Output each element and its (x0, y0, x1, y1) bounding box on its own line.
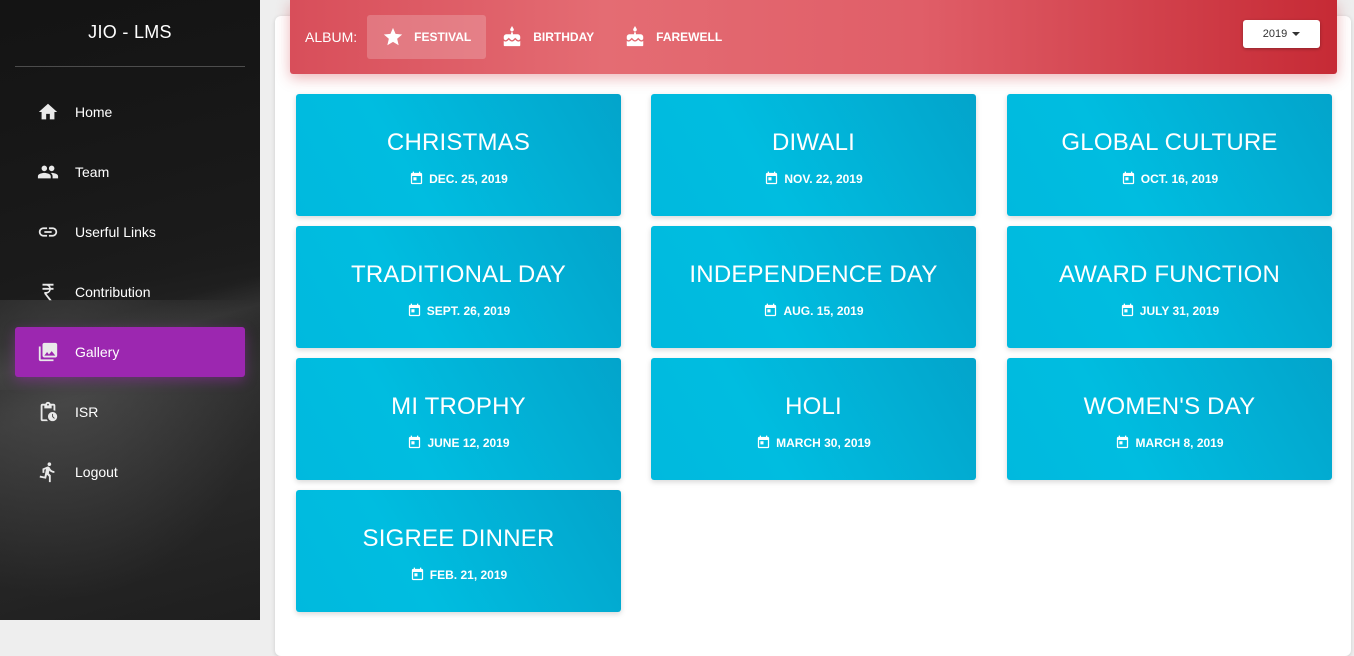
caret-down-icon (1292, 32, 1301, 36)
sidebar-item-home[interactable]: Home (15, 87, 245, 137)
album-card[interactable]: HOLI MARCH 30, 2019 (651, 358, 976, 480)
calendar-icon (1122, 171, 1134, 185)
tab-birthday[interactable]: BIRTHDAY (486, 15, 609, 59)
sidebar-item-logout[interactable]: Logout (15, 447, 245, 497)
people-icon (33, 160, 63, 184)
album-date: DEC. 25, 2019 (296, 171, 621, 186)
album-title: DIWALI (772, 129, 855, 156)
album-date-text: NOV. 22, 2019 (784, 171, 863, 186)
tab-label: BIRTHDAY (533, 30, 595, 44)
calendar-icon (765, 303, 777, 317)
album-date-text: DEC. 25, 2019 (429, 171, 508, 186)
running-icon (33, 460, 63, 484)
calendar-icon (409, 435, 421, 449)
photo-library-icon (33, 340, 63, 364)
album-title: CHRISTMAS (386, 129, 531, 156)
album-date: SEPT. 26, 2019 (296, 303, 621, 318)
album-date-text: MARCH 8, 2019 (1135, 435, 1224, 450)
cake-icon (504, 26, 521, 47)
album-title: SIGREE DINNER (362, 525, 555, 552)
sidebar-item-label: Team (75, 164, 110, 180)
album-title: HOLI (785, 393, 842, 420)
album-date-text: JUNE 12, 2019 (427, 435, 510, 450)
album-title: WOMEN'S DAY (1083, 393, 1256, 420)
album-date: MARCH 30, 2019 (651, 435, 976, 450)
sidebar-item-label: ISR (75, 404, 99, 420)
album-card[interactable]: SIGREE DINNER FEB. 21, 2019 (296, 490, 621, 612)
calendar-icon (766, 171, 778, 185)
album-date: FEB. 21, 2019 (296, 567, 621, 582)
tab-label: FAREWELL (656, 30, 723, 44)
album-date: JUNE 12, 2019 (296, 435, 621, 450)
album-date-text: FEB. 21, 2019 (429, 567, 508, 582)
sidebar-item-label: Logout (75, 464, 118, 480)
album-date: AUG. 15, 2019 (651, 303, 976, 318)
clipboard-clock-icon (33, 400, 63, 424)
sidebar-nav: Home Team Userful Links Contribution Gal… (0, 87, 260, 497)
calendar-icon (411, 567, 423, 581)
sidebar: JIO - LMS Home Team Userful Links Contri… (0, 0, 260, 620)
app-title[interactable]: JIO - LMS (0, 0, 260, 66)
calendar-icon (1121, 303, 1133, 317)
calendar-icon (758, 435, 770, 449)
sidebar-item-contribution[interactable]: Contribution (15, 267, 245, 317)
album-card[interactable]: WOMEN'S DAY MARCH 8, 2019 (1007, 358, 1332, 480)
album-card[interactable]: CHRISTMAS DEC. 25, 2019 (296, 94, 621, 216)
sidebar-item-label: Userful Links (75, 224, 156, 240)
sidebar-item-label: Contribution (75, 284, 151, 300)
album-date: OCT. 16, 2019 (1007, 171, 1332, 186)
sidebar-divider (15, 66, 245, 67)
album-card[interactable]: AWARD FUNCTION JULY 31, 2019 (1007, 226, 1332, 348)
sidebar-item-label: Gallery (75, 344, 120, 360)
album-date-text: MARCH 30, 2019 (776, 435, 871, 450)
sidebar-item-team[interactable]: Team (15, 147, 245, 197)
album-date-text: SEPT. 26, 2019 (426, 303, 511, 318)
album-title: INDEPENDENCE DAY (689, 261, 938, 288)
sidebar-item-isr[interactable]: ISR (15, 387, 245, 437)
album-title: MI TROPHY (391, 393, 526, 420)
album-title: GLOBAL CULTURE (1061, 129, 1278, 156)
album-title: TRADITIONAL DAY (350, 261, 567, 288)
rupee-icon (33, 280, 63, 304)
album-card[interactable]: DIWALI NOV. 22, 2019 (651, 94, 976, 216)
album-date: JULY 31, 2019 (1007, 303, 1332, 318)
year-dropdown-value: 2019 (1262, 28, 1288, 40)
calendar-icon (1117, 435, 1129, 449)
calendar-icon (411, 171, 423, 185)
tab-farewell[interactable]: FAREWELL (609, 15, 737, 59)
album-date: MARCH 8, 2019 (1007, 435, 1332, 450)
tab-festival[interactable]: FESTIVAL (367, 15, 487, 59)
home-icon (33, 100, 63, 124)
album-card[interactable]: TRADITIONAL DAY SEPT. 26, 2019 (296, 226, 621, 348)
album-date-text: AUG. 15, 2019 (783, 303, 864, 318)
link-icon (33, 220, 63, 244)
album-date-text: OCT. 16, 2019 (1140, 171, 1219, 186)
cake-icon (626, 26, 644, 47)
album-tab-bar: ALBUM: FESTIVAL BIRTHDAY FAREWELL 2019 (290, 0, 1337, 74)
calendar-icon (408, 303, 420, 317)
album-title: AWARD FUNCTION (1058, 261, 1280, 288)
album-card[interactable]: GLOBAL CULTURE OCT. 16, 2019 (1007, 94, 1332, 216)
sidebar-item-label: Home (75, 104, 113, 120)
star-icon (383, 27, 403, 46)
album-label: ALBUM: (305, 29, 358, 45)
sidebar-item-gallery[interactable]: Gallery (15, 327, 245, 377)
album-date-text: JULY 31, 2019 (1139, 303, 1220, 318)
album-card[interactable]: INDEPENDENCE DAY AUG. 15, 2019 (651, 226, 976, 348)
tab-label: FESTIVAL (414, 30, 472, 44)
album-card[interactable]: MI TROPHY JUNE 12, 2019 (296, 358, 621, 480)
year-dropdown[interactable]: 2019 (1243, 20, 1320, 48)
sidebar-item-userful-links[interactable]: Userful Links (15, 207, 245, 257)
album-date: NOV. 22, 2019 (651, 171, 976, 186)
